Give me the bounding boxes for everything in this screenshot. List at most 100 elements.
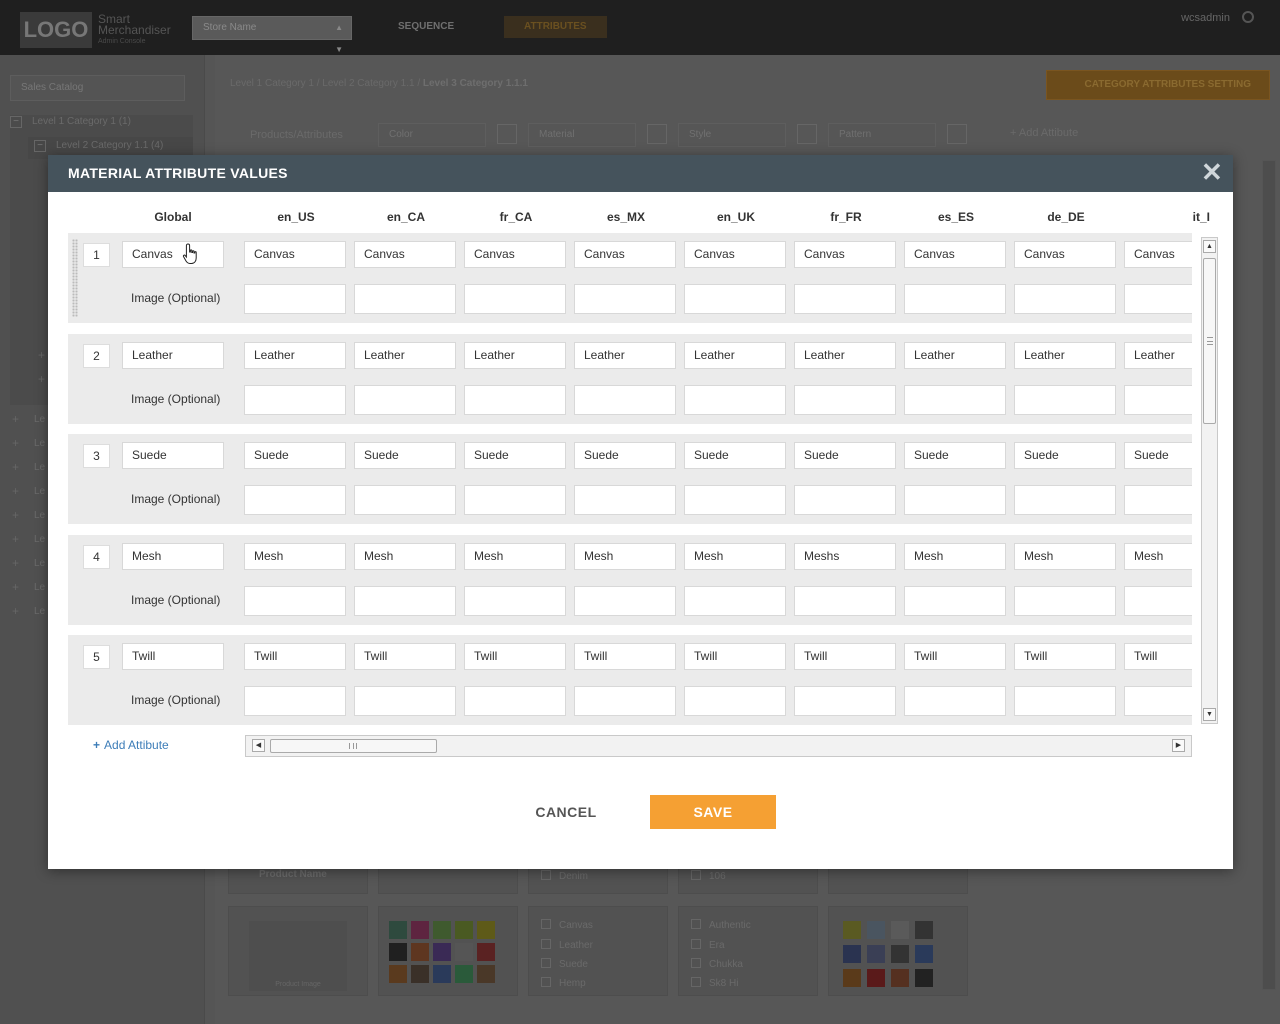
locale-image-input[interactable] (574, 284, 676, 314)
add-attribute-link-bg[interactable]: + Add Attibute (1010, 127, 1078, 139)
collapse-icon[interactable]: − (10, 116, 22, 128)
checkbox-item[interactable]: Denim (541, 870, 588, 882)
locale-image-input[interactable] (1014, 586, 1116, 616)
locale-image-input[interactable] (464, 686, 566, 716)
locale-image-input[interactable] (1014, 485, 1116, 515)
swatch[interactable] (891, 969, 909, 987)
checkbox-item[interactable]: Hemp (541, 977, 586, 989)
locale-image-input[interactable] (904, 284, 1006, 314)
checkbox-item[interactable]: Chukka (691, 958, 743, 970)
tree-item-level1[interactable]: − Level 1 Category 1 (1) (10, 111, 131, 133)
select-pattern[interactable]: Pattern (828, 123, 936, 147)
expand-icon[interactable]: + (12, 508, 19, 522)
locale-value-input[interactable]: Leather (904, 342, 1006, 369)
locale-value-input[interactable]: Leather (1124, 342, 1192, 369)
expand-icon[interactable]: + (12, 484, 19, 498)
swatch[interactable] (477, 943, 495, 961)
expand-icon[interactable]: + (12, 532, 19, 546)
locale-image-input[interactable] (244, 284, 346, 314)
locale-image-input[interactable] (904, 485, 1006, 515)
locale-value-input[interactable]: Canvas (464, 241, 566, 268)
scroll-right-icon[interactable]: ▶ (1172, 739, 1185, 752)
columns-icon[interactable] (497, 124, 517, 144)
swatch[interactable] (389, 921, 407, 939)
locale-image-input[interactable] (464, 284, 566, 314)
expand-icon[interactable]: + (38, 348, 45, 362)
tree-item-collapsed[interactable]: Le (34, 529, 45, 551)
locale-value-input[interactable]: Twill (1014, 643, 1116, 670)
swatch[interactable] (477, 921, 495, 939)
locale-image-input[interactable] (1014, 284, 1116, 314)
locale-image-input[interactable] (1124, 385, 1192, 415)
swatch[interactable] (455, 965, 473, 983)
tree-item-collapsed[interactable]: Le (34, 577, 45, 599)
expand-icon[interactable]: + (38, 372, 45, 386)
swatch[interactable] (389, 943, 407, 961)
tree-item-collapsed[interactable]: Le (34, 409, 45, 431)
locale-value-input[interactable]: Leather (574, 342, 676, 369)
swatch[interactable] (867, 969, 885, 987)
swatch[interactable] (389, 965, 407, 983)
locale-value-input[interactable]: Suede (904, 442, 1006, 469)
locale-value-input[interactable]: Twill (904, 643, 1006, 670)
locale-value-input[interactable]: Twill (244, 643, 346, 670)
scroll-left-icon[interactable]: ◀ (252, 739, 265, 752)
locale-image-input[interactable] (794, 686, 896, 716)
add-attribute-link[interactable]: + Add Attibute (93, 738, 169, 752)
locale-image-input[interactable] (684, 385, 786, 415)
locale-image-input[interactable] (1124, 284, 1192, 314)
swatch[interactable] (455, 921, 473, 939)
scrollbar-thumb[interactable] (270, 739, 437, 753)
checkbox-item[interactable]: Era (691, 939, 725, 951)
expand-icon[interactable]: + (12, 604, 19, 618)
locale-image-input[interactable] (684, 284, 786, 314)
locale-image-input[interactable] (794, 385, 896, 415)
locale-image-input[interactable] (1014, 686, 1116, 716)
locale-value-input[interactable]: Mesh (1124, 543, 1192, 570)
gear-icon[interactable] (1242, 11, 1254, 23)
horizontal-scrollbar[interactable]: ◀ ▶ (245, 735, 1192, 757)
scroll-up-icon[interactable]: ▲ (1203, 240, 1216, 253)
checkbox-item[interactable]: Suede (541, 958, 588, 970)
expand-icon[interactable]: + (12, 412, 19, 426)
store-select[interactable]: Store Name ▲ ▼ (192, 16, 352, 54)
global-value-input[interactable]: Mesh (122, 543, 224, 570)
locale-value-input[interactable]: Canvas (244, 241, 346, 268)
locale-image-input[interactable] (354, 284, 456, 314)
expand-icon[interactable]: + (12, 460, 19, 474)
locale-value-input[interactable]: Mesh (354, 543, 456, 570)
tree-item-collapsed[interactable]: Le (34, 601, 45, 623)
columns-icon[interactable] (947, 124, 967, 144)
locale-value-input[interactable]: Canvas (1124, 241, 1192, 268)
locale-value-input[interactable]: Twill (684, 643, 786, 670)
locale-image-input[interactable] (464, 586, 566, 616)
select-material[interactable]: Material (528, 123, 636, 147)
tree-item-collapsed[interactable]: Le (34, 553, 45, 575)
locale-image-input[interactable] (354, 485, 456, 515)
locale-image-input[interactable] (354, 686, 456, 716)
locale-value-input[interactable]: Meshs (794, 543, 896, 570)
locale-value-input[interactable]: Twill (464, 643, 566, 670)
tree-item-collapsed[interactable]: Le (34, 457, 45, 479)
locale-image-input[interactable] (354, 586, 456, 616)
nav-attributes[interactable]: ATTRIBUTES (504, 16, 607, 38)
checkbox-item[interactable]: Sk8 Hi (691, 977, 738, 989)
page-scrollbar[interactable] (1262, 160, 1276, 990)
cancel-button[interactable]: CANCEL (526, 795, 606, 829)
locale-image-input[interactable] (1124, 586, 1192, 616)
global-value-input[interactable]: Leather (122, 342, 224, 369)
locale-image-input[interactable] (1124, 485, 1192, 515)
locale-value-input[interactable]: Suede (794, 442, 896, 469)
locale-image-input[interactable] (464, 485, 566, 515)
swatch[interactable] (843, 921, 861, 939)
global-value-input[interactable]: Canvas (122, 241, 224, 268)
checkbox-item[interactable]: Leather (541, 939, 593, 951)
locale-value-input[interactable]: Twill (574, 643, 676, 670)
swatch[interactable] (915, 945, 933, 963)
drag-handle-icon[interactable] (72, 239, 78, 317)
locale-image-input[interactable] (684, 485, 786, 515)
locale-value-input[interactable]: Canvas (904, 241, 1006, 268)
catalog-select[interactable]: Sales Catalog (10, 75, 185, 101)
swatch[interactable] (867, 945, 885, 963)
locale-image-input[interactable] (574, 485, 676, 515)
